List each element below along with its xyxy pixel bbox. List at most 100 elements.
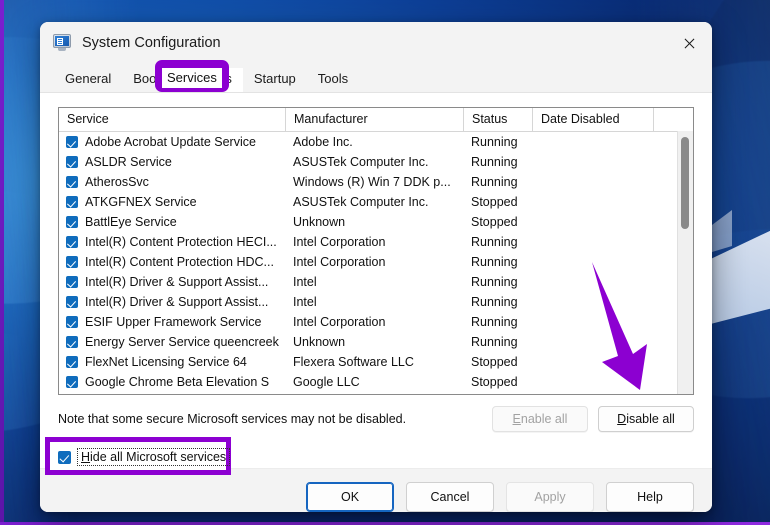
service-name-label: AtherosSvc <box>85 175 149 189</box>
status-cell: Stopped <box>471 355 518 369</box>
table-row[interactable]: Energy Server Service queencreek Unknown R… <box>59 332 693 352</box>
manufacturer-cell: ASUSTek Computer Inc. <box>293 155 429 169</box>
service-enabled-checkbox[interactable] <box>66 356 78 368</box>
service-enabled-checkbox[interactable] <box>66 136 78 148</box>
disable-all-button[interactable]: Disable all <box>598 406 694 432</box>
ok-button[interactable]: OK <box>306 482 394 512</box>
service-name-label: Energy Server Service queencreek <box>85 335 279 349</box>
help-button[interactable]: Help <box>606 482 694 512</box>
service-name-cell: Intel(R) Driver & Support Assist... <box>59 295 285 309</box>
manufacturer-cell: Unknown <box>293 215 346 229</box>
service-name-label: Intel(R) Driver & Support Assist... <box>85 295 269 309</box>
tab-services-highlighted-label[interactable]: Services <box>162 68 222 88</box>
table-row[interactable]: Intel(R) Content Protection HDC... Intel … <box>59 252 693 272</box>
enable-all-label-rest: nable all <box>520 412 568 426</box>
service-name-cell: ATKGFNEX Service <box>59 195 285 209</box>
status-cell: Running <box>471 275 518 289</box>
table-row[interactable]: AtherosSvc Windows (R) Win 7 DDK p... Runn… <box>59 172 693 192</box>
screenshot-edge-left <box>0 0 4 525</box>
services-list-rows[interactable]: Adobe Acrobat Update Service Adobe Inc. Ru… <box>59 132 693 394</box>
service-enabled-checkbox[interactable] <box>66 196 78 208</box>
table-row[interactable]: Google Chrome Beta Elevation S Google LLC… <box>59 372 693 392</box>
table-row[interactable]: ASLDR Service ASUSTek Computer Inc. Runnin… <box>59 152 693 172</box>
manufacturer-cell: Intel Corporation <box>293 255 386 269</box>
service-enabled-checkbox[interactable] <box>66 176 78 188</box>
manufacturer-cell: Adobe Inc. <box>293 135 353 149</box>
service-name-cell: AtherosSvc <box>59 175 285 189</box>
service-enabled-checkbox[interactable] <box>66 156 78 168</box>
service-enabled-checkbox[interactable] <box>66 276 78 288</box>
service-enabled-checkbox[interactable] <box>66 236 78 248</box>
disable-all-label-mnemonic: D <box>617 412 627 426</box>
close-icon[interactable] <box>666 22 712 64</box>
column-header-status[interactable]: Status <box>463 108 532 131</box>
service-enabled-checkbox[interactable] <box>66 296 78 308</box>
column-header-manufacturer[interactable]: Manufacturer <box>285 108 463 131</box>
table-row[interactable]: BattlEye Service Unknown Stopped <box>59 212 693 232</box>
table-row[interactable]: ATKGFNEX Service ASUSTek Computer Inc. Sto… <box>59 192 693 212</box>
note-and-bulk-actions-row: Note that some secure Microsoft services… <box>58 406 694 432</box>
service-enabled-checkbox[interactable] <box>66 216 78 228</box>
table-row[interactable]: Intel(R) Content Protection HECI... Intel… <box>59 232 693 252</box>
service-name-cell: FlexNet Licensing Service 64 <box>59 355 285 369</box>
secure-services-note: Note that some secure Microsoft services… <box>58 412 407 426</box>
service-name-label: Intel(R) Content Protection HECI... <box>85 235 277 249</box>
table-row[interactable]: Adobe Acrobat Update Service Adobe Inc. Ru… <box>59 132 693 152</box>
service-name-cell: BattlEye Service <box>59 215 285 229</box>
manufacturer-cell: Intel <box>293 295 317 309</box>
dialog-button-bar: OK Cancel Apply Help <box>40 468 712 512</box>
status-cell: Stopped <box>471 375 518 389</box>
services-list-scrollbar[interactable] <box>677 131 693 394</box>
hide-microsoft-services-row: Hide all Microsoft services <box>45 437 694 475</box>
status-cell: Running <box>471 255 518 269</box>
status-cell: Running <box>471 335 518 349</box>
apply-button[interactable]: Apply <box>506 482 594 512</box>
enable-all-label-mnemonic: E <box>512 412 521 426</box>
service-enabled-checkbox[interactable] <box>66 256 78 268</box>
disable-all-label-rest: isable all <box>626 412 675 426</box>
table-row[interactable]: Intel(R) Driver & Support Assist... Intel… <box>59 272 693 292</box>
service-name-label: Intel(R) Driver & Support Assist... <box>85 275 269 289</box>
services-list-header: Service Manufacturer Status Date Disable… <box>59 108 693 132</box>
column-header-service[interactable]: Service <box>59 108 285 131</box>
cancel-button[interactable]: Cancel <box>406 482 494 512</box>
manufacturer-cell: Intel Corporation <box>293 315 386 329</box>
status-cell: Running <box>471 235 518 249</box>
status-cell: Running <box>471 315 518 329</box>
hide-label-rest: ide all Microsoft services <box>90 450 227 464</box>
status-cell: Running <box>471 135 518 149</box>
status-cell: Running <box>471 175 518 189</box>
hide-all-microsoft-services-checkbox[interactable] <box>58 450 71 464</box>
tab-general[interactable]: General <box>54 68 122 92</box>
service-name-cell: Intel(R) Content Protection HDC... <box>59 255 285 269</box>
status-cell: Running <box>471 295 518 309</box>
service-enabled-checkbox[interactable] <box>66 336 78 348</box>
tab-tools[interactable]: Tools <box>307 68 359 92</box>
status-cell: Running <box>471 155 518 169</box>
manufacturer-cell: Flexera Software LLC <box>293 355 414 369</box>
enable-all-button[interactable]: Enable all <box>492 406 588 432</box>
service-name-label: BattlEye Service <box>85 215 177 229</box>
manufacturer-cell: Intel Corporation <box>293 235 386 249</box>
service-name-cell: ASLDR Service <box>59 155 285 169</box>
service-name-label: Google Chrome Beta Elevation S <box>85 375 270 389</box>
table-row[interactable]: FlexNet Licensing Service 64 Flexera Soft… <box>59 352 693 372</box>
computer-monitor-icon <box>52 33 72 53</box>
hide-label-mnemonic: H <box>81 450 91 464</box>
service-name-label: ASLDR Service <box>85 155 172 169</box>
table-row[interactable]: ESIF Upper Framework Service Intel Corpor… <box>59 312 693 332</box>
manufacturer-cell: Intel <box>293 275 317 289</box>
column-header-filler <box>653 108 693 131</box>
table-row[interactable]: Intel(R) Driver & Support Assist... Intel… <box>59 292 693 312</box>
page-title: System Configuration <box>82 35 221 51</box>
services-list: Service Manufacturer Status Date Disable… <box>58 107 694 395</box>
manufacturer-cell: Windows (R) Win 7 DDK p... <box>293 175 451 189</box>
service-name-cell: Intel(R) Content Protection HECI... <box>59 235 285 249</box>
service-enabled-checkbox[interactable] <box>66 376 78 388</box>
service-enabled-checkbox[interactable] <box>66 316 78 328</box>
tab-startup[interactable]: Startup <box>243 68 307 92</box>
column-header-date-disabled[interactable]: Date Disabled <box>532 108 653 131</box>
service-name-label: FlexNet Licensing Service 64 <box>85 355 247 369</box>
hide-all-microsoft-services-label[interactable]: Hide all Microsoft services <box>77 448 231 466</box>
scrollbar-thumb[interactable] <box>681 137 689 229</box>
